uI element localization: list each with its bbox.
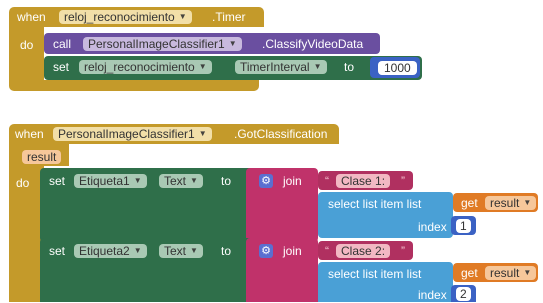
get-keyword: get [461, 266, 478, 280]
quote-open-glyph: “ [325, 174, 329, 188]
result-parameter[interactable]: result [22, 150, 62, 164]
get-keyword: get [461, 196, 478, 210]
to-keyword: to [221, 174, 232, 188]
when-keyword: when [15, 127, 44, 141]
index-number-value: 2 [460, 287, 467, 301]
classifier-event-component-label: PersonalImageClassifier1 [58, 127, 195, 141]
chevron-down-icon: ▼ [523, 268, 532, 277]
when-keyword: when [17, 10, 46, 24]
chevron-down-icon: ▼ [523, 198, 532, 207]
got-classification-event-name: .GotClassification [234, 127, 328, 141]
interval-number-field[interactable]: 1000 [378, 61, 417, 75]
join-keyword: join [283, 174, 302, 188]
select-list-item-label: select list item list [328, 267, 422, 281]
timer-event-block-bottom [9, 80, 259, 91]
quote-close-glyph: ” [401, 174, 405, 188]
chevron-down-icon: ▼ [190, 246, 198, 255]
index-number-field-2[interactable]: 2 [456, 287, 471, 301]
set-keyword: set [49, 244, 66, 258]
gear-icon[interactable]: ⚙ [259, 174, 273, 188]
chevron-down-icon: ▼ [313, 62, 322, 71]
chevron-down-icon: ▼ [198, 62, 207, 71]
timer-component-label: reloj_reconocimiento [64, 10, 175, 24]
result-variable-dropdown-2[interactable]: result ▼ [485, 266, 537, 280]
index-number-field-1[interactable]: 1 [456, 219, 471, 233]
timer-interval-property-dropdown[interactable]: TimerInterval ▼ [235, 60, 327, 74]
timer-interval-property-label: TimerInterval [240, 60, 310, 74]
join-block-2[interactable] [246, 238, 318, 302]
chevron-down-icon: ▼ [133, 246, 142, 255]
join-block-1[interactable] [246, 168, 318, 242]
etiqueta1-text-property-label: Text [164, 174, 187, 188]
chevron-down-icon: ▼ [133, 176, 142, 185]
set-component-dropdown[interactable]: reloj_reconocimiento ▼ [79, 60, 212, 74]
timer-event-name: .Timer [212, 10, 246, 24]
chevron-down-icon: ▼ [228, 39, 237, 48]
to-keyword: to [221, 244, 232, 258]
call-keyword: call [53, 37, 72, 51]
classify-method-name: .ClassifyVideoData [262, 37, 364, 51]
timer-component-dropdown[interactable]: reloj_reconocimiento ▼ [59, 10, 192, 24]
join-keyword: join [283, 244, 302, 258]
chevron-down-icon: ▼ [190, 176, 198, 185]
quote-close-glyph: ” [401, 244, 405, 258]
select-list-item-label: select list item list [328, 197, 422, 211]
clase2-string-value: Clase 2: [341, 244, 386, 258]
interval-number-value: 1000 [384, 61, 411, 75]
result-variable-dropdown-1[interactable]: result ▼ [485, 196, 537, 210]
etiqueta1-component-label: Etiqueta1 [79, 174, 130, 188]
etiqueta2-text-property-label: Text [164, 244, 187, 258]
index-label: index [418, 288, 447, 302]
quote-open-glyph: “ [325, 244, 329, 258]
timer-event-block-left [9, 27, 44, 84]
got-classification-event-block-body [9, 144, 44, 302]
classifier-component-label: PersonalImageClassifier1 [88, 37, 225, 51]
set-keyword: set [53, 60, 70, 74]
set-keyword: set [49, 174, 66, 188]
do-keyword: do [16, 176, 30, 190]
result-variable-label: result [490, 196, 520, 210]
etiqueta1-text-property-dropdown[interactable]: Text ▼ [159, 174, 203, 188]
etiqueta2-component-dropdown[interactable]: Etiqueta2 ▼ [74, 244, 147, 258]
classifier-event-component-dropdown[interactable]: PersonalImageClassifier1 ▼ [53, 127, 212, 141]
result-variable-label: result [490, 266, 520, 280]
etiqueta1-component-dropdown[interactable]: Etiqueta1 ▼ [74, 174, 147, 188]
index-label: index [418, 220, 447, 234]
clase1-string-field[interactable]: Clase 1: [336, 174, 391, 188]
chevron-down-icon: ▼ [198, 129, 207, 138]
etiqueta2-component-label: Etiqueta2 [79, 244, 130, 258]
etiqueta2-text-property-dropdown[interactable]: Text ▼ [159, 244, 203, 258]
do-keyword: do [20, 38, 34, 52]
result-parameter-label: result [27, 150, 57, 164]
gear-icon[interactable]: ⚙ [259, 244, 273, 258]
chevron-down-icon: ▼ [178, 12, 187, 21]
index-number-value: 1 [460, 219, 467, 233]
set-component-label: reloj_reconocimiento [84, 60, 195, 74]
to-keyword: to [344, 60, 355, 74]
clase2-string-field[interactable]: Clase 2: [336, 244, 391, 258]
classifier-component-dropdown[interactable]: PersonalImageClassifier1 ▼ [83, 37, 242, 51]
clase1-string-value: Clase 1: [341, 174, 386, 188]
